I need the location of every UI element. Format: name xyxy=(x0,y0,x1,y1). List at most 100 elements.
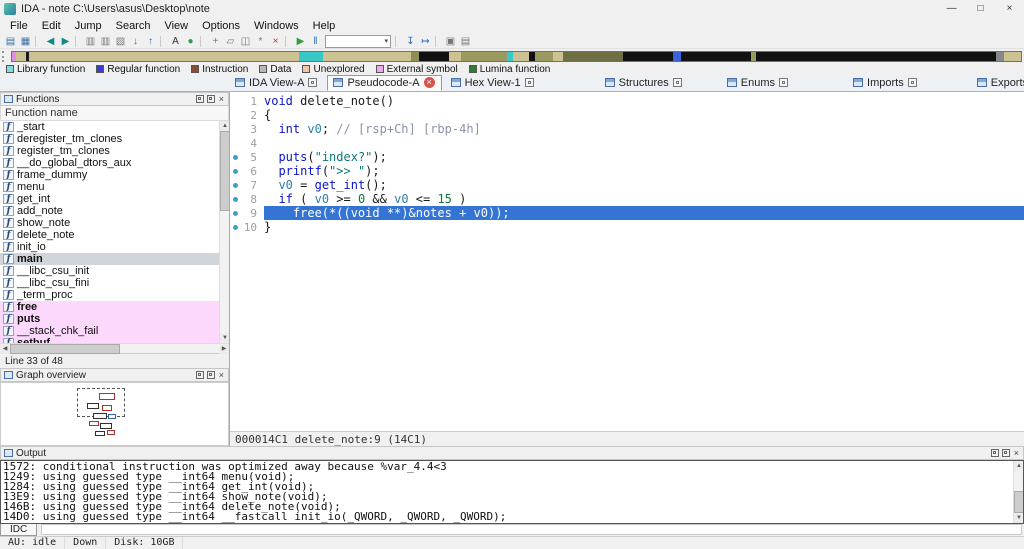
pseudocode-line[interactable]: 1 void delete_note() xyxy=(230,94,1024,108)
float-icon[interactable] xyxy=(206,371,215,379)
function-row--term-proc[interactable]: f _term_proc xyxy=(0,289,219,301)
patch-program-icon[interactable]: * xyxy=(253,35,268,48)
step-over-icon[interactable]: ↦ xyxy=(418,35,433,48)
tab-pseudocode-a[interactable]: Pseudocode-A × xyxy=(327,75,442,91)
scroll-down-icon[interactable] xyxy=(1014,513,1023,523)
dock-icon[interactable] xyxy=(195,95,204,103)
add-struct-icon[interactable]: + xyxy=(208,35,223,48)
menu-options[interactable]: Options xyxy=(195,19,247,33)
function-row--start[interactable]: f _start xyxy=(0,121,219,133)
scroll-up-icon[interactable] xyxy=(1014,461,1023,471)
float-icon[interactable] xyxy=(206,95,215,103)
pseudocode-line[interactable]: 3 int v0; // [rsp+Ch] [rbp-4h] xyxy=(230,122,1024,136)
debugger-pause-icon[interactable]: ‖ xyxy=(308,35,323,48)
pseudocode-line[interactable]: 9 free(*((void **)&notes + v0)); xyxy=(230,206,1024,220)
pseudocode-line[interactable]: 7 v0 = get_int(); xyxy=(230,178,1024,192)
save-icon[interactable]: ▦ xyxy=(18,35,33,48)
debugger-selector[interactable]: ▾ xyxy=(325,34,391,48)
scrollbar-thumb[interactable] xyxy=(10,344,120,354)
menu-help[interactable]: Help xyxy=(306,19,343,33)
scrollbar-thumb[interactable] xyxy=(220,131,229,211)
undock-icon[interactable] xyxy=(524,78,534,87)
cancel-action-icon[interactable]: × xyxy=(268,35,283,48)
jump-prev-icon[interactable]: ↑ xyxy=(143,35,158,48)
edit-struct-icon[interactable]: ▱ xyxy=(223,35,238,48)
watch-list-icon[interactable]: ▤ xyxy=(458,35,473,48)
function-row-init-io[interactable]: f init_io xyxy=(0,241,219,253)
menu-windows[interactable]: Windows xyxy=(247,19,306,33)
function-row-menu[interactable]: f menu xyxy=(0,181,219,193)
scroll-left-icon[interactable] xyxy=(0,344,10,354)
copy-all-icon[interactable]: ▥ xyxy=(98,35,113,48)
jump-next-icon[interactable]: ↓ xyxy=(128,35,143,48)
close-panel-icon[interactable]: × xyxy=(1013,449,1020,458)
close-panel-icon[interactable]: × xyxy=(218,95,225,104)
step-into-icon[interactable]: ↧ xyxy=(403,35,418,48)
tab-exports[interactable]: Exports xyxy=(972,75,1024,91)
tab-imports[interactable]: Imports xyxy=(848,75,923,91)
float-icon[interactable] xyxy=(1001,449,1010,457)
undock-icon[interactable] xyxy=(907,78,917,87)
function-row-show-note[interactable]: f show_note xyxy=(0,217,219,229)
menu-jump[interactable]: Jump xyxy=(68,19,109,33)
tab-enums[interactable]: Enums xyxy=(722,75,794,91)
maximize-button[interactable]: □ xyxy=(966,0,995,18)
pseudocode-line[interactable]: 10} xyxy=(230,220,1024,234)
dock-icon[interactable] xyxy=(990,449,999,457)
snapshot-icon[interactable]: ◫ xyxy=(238,35,253,48)
close-tab-icon[interactable]: × xyxy=(423,77,435,88)
function-row-main[interactable]: f main xyxy=(0,253,219,265)
tab-hex-view-1[interactable]: Hex View-1 xyxy=(446,75,540,91)
pseudocode-editor[interactable]: 1 void delete_note() 2{3 int v0; // [rsp+C… xyxy=(230,92,1024,431)
copy-data-icon[interactable]: ▥ xyxy=(83,35,98,48)
undock-icon[interactable] xyxy=(779,78,789,87)
navigate-forward-icon[interactable]: ▶ xyxy=(58,35,73,48)
pseudocode-line[interactable]: 4 xyxy=(230,136,1024,150)
lumina-icon[interactable]: ● xyxy=(183,35,198,48)
function-row--stack-chk-fail[interactable]: f __stack_chk_fail xyxy=(0,325,219,337)
pseudocode-line[interactable]: 8 if ( v0 >= 0 && v0 <= 15 ) xyxy=(230,192,1024,206)
scrollbar-thumb[interactable] xyxy=(1014,491,1023,513)
scroll-down-icon[interactable] xyxy=(220,333,229,343)
pseudocode-line[interactable]: 6 printf(">> "); xyxy=(230,164,1024,178)
function-row--libc-csu-fini[interactable]: f __libc_csu_fini xyxy=(0,277,219,289)
breakpoint-list-icon[interactable]: ▣ xyxy=(443,35,458,48)
function-row-get-int[interactable]: f get_int xyxy=(0,193,219,205)
open-file-icon[interactable]: ▤ xyxy=(3,35,18,48)
close-panel-icon[interactable]: × xyxy=(218,371,225,380)
minimize-button[interactable]: — xyxy=(937,0,966,18)
undock-icon[interactable] xyxy=(672,78,682,87)
tab-structures[interactable]: Structures xyxy=(600,75,688,91)
menu-search[interactable]: Search xyxy=(109,19,158,33)
graph-overview-canvas[interactable] xyxy=(0,382,229,446)
menu-file[interactable]: File xyxy=(3,19,35,33)
menu-edit[interactable]: Edit xyxy=(35,19,68,33)
function-row-puts[interactable]: f puts xyxy=(0,313,219,325)
function-row-add-note[interactable]: f add_note xyxy=(0,205,219,217)
function-row-frame-dummy[interactable]: f frame_dummy xyxy=(0,169,219,181)
function-row-delete-note[interactable]: f delete_note xyxy=(0,229,219,241)
close-button[interactable]: × xyxy=(995,0,1024,18)
function-row--do-global-dtors-aux[interactable]: f __do_global_dtors_aux xyxy=(0,157,219,169)
tab-ida-view-a[interactable]: IDA View-A xyxy=(230,75,323,91)
output-content[interactable]: 1572: conditional instruction was optimi… xyxy=(0,460,1024,524)
function-row--libc-csu-init[interactable]: f __libc_csu_init xyxy=(0,265,219,277)
output-vertical-scrollbar[interactable] xyxy=(1013,461,1023,523)
function-row-free[interactable]: f free xyxy=(0,301,219,313)
pseudocode-line[interactable]: 2{ xyxy=(230,108,1024,122)
tab-idc[interactable]: IDC xyxy=(0,524,38,536)
scroll-right-icon[interactable] xyxy=(219,344,229,354)
menu-view[interactable]: View xyxy=(157,19,195,33)
text-search-icon[interactable]: A xyxy=(168,35,183,48)
navigation-band[interactable] xyxy=(11,50,1022,62)
function-name-column-header[interactable]: Function name xyxy=(0,106,229,121)
undock-icon[interactable] xyxy=(308,78,318,87)
scroll-up-icon[interactable] xyxy=(220,121,229,131)
functions-vertical-scrollbar[interactable] xyxy=(219,121,229,343)
navband-drag-handle[interactable] xyxy=(2,50,9,62)
functions-horizontal-scrollbar[interactable] xyxy=(0,343,229,354)
paste-data-icon[interactable]: ▧ xyxy=(113,35,128,48)
pseudocode-line[interactable]: 5 puts("index?"); xyxy=(230,150,1024,164)
function-row-register-tm-clones[interactable]: f register_tm_clones xyxy=(0,145,219,157)
function-row-deregister-tm-clones[interactable]: f deregister_tm_clones xyxy=(0,133,219,145)
